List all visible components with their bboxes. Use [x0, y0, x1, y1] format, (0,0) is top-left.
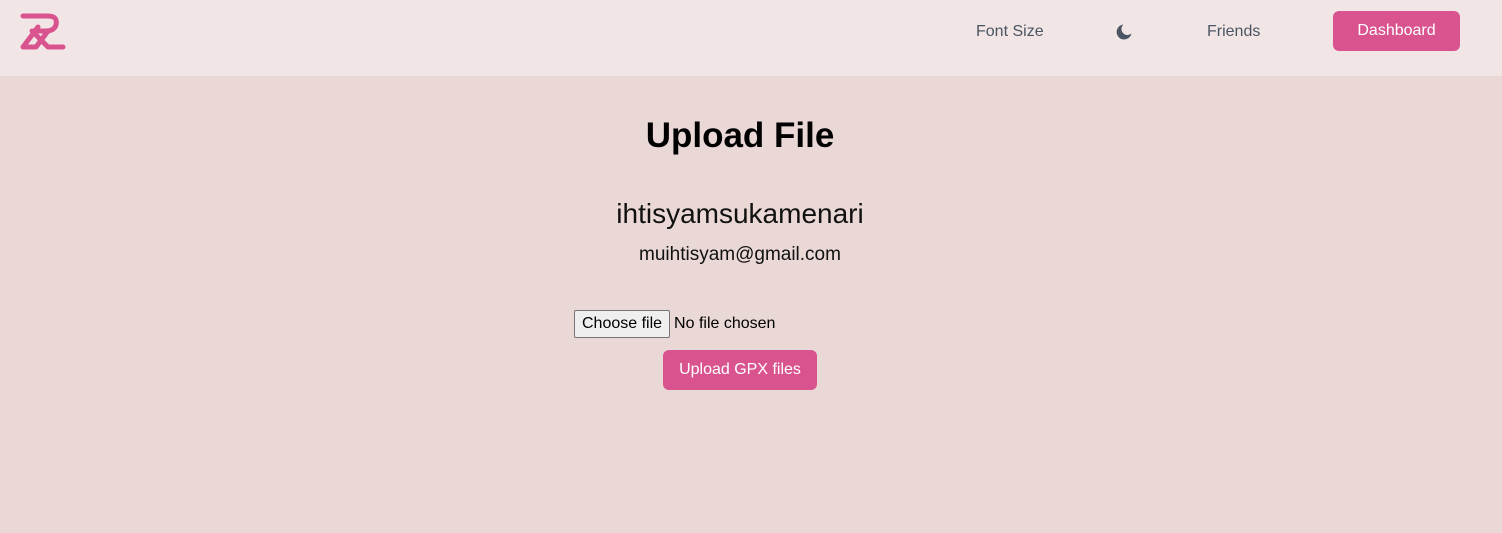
- brand-logo-icon[interactable]: [18, 11, 68, 51]
- file-input: Choose file No file chosen: [574, 309, 775, 338]
- choose-file-button[interactable]: Choose file: [574, 309, 671, 338]
- user-email: muihtisyam@gmail.com: [639, 244, 841, 265]
- friends-link[interactable]: Friends: [1207, 21, 1260, 43]
- dashboard-button[interactable]: Dashboard: [1333, 11, 1460, 51]
- username: ihtisyamsukamenari: [616, 198, 864, 229]
- page-title: Upload File: [645, 116, 835, 155]
- file-status: No file chosen: [674, 314, 776, 332]
- moon-icon[interactable]: [1115, 23, 1133, 41]
- font-size-menu[interactable]: Font Size: [976, 21, 1044, 43]
- upload-gpx-button[interactable]: Upload GPX files: [663, 350, 817, 390]
- navbar: Font Size Friends Dashboard: [0, 0, 1502, 76]
